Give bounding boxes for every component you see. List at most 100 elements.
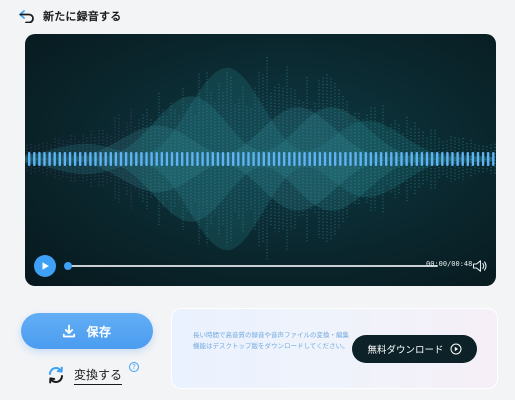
waveform-bar [191, 152, 194, 166]
waveform-bar [237, 152, 240, 166]
waveform-bar [114, 152, 118, 166]
waveform-bar [73, 152, 77, 166]
waveform-bar [456, 152, 459, 166]
waveform-bar [33, 152, 36, 166]
waveform-bar [53, 152, 56, 166]
waveform-bar [79, 152, 82, 166]
waveform-bar [436, 152, 439, 166]
waveform-bar [242, 152, 245, 166]
waveform-bar [63, 152, 67, 166]
play-icon [42, 262, 49, 270]
back-arrow-icon [18, 8, 36, 24]
waveform-bar [170, 152, 174, 166]
waveform-bar [43, 152, 46, 166]
waveform-bar [28, 152, 31, 166]
waveform-bar [211, 152, 214, 166]
waveform-bar [221, 152, 225, 166]
progress-slider[interactable] [64, 262, 438, 270]
speaker-icon[interactable] [472, 258, 488, 272]
waveform-bar [374, 152, 378, 166]
desktop-promo-card: 長い時間で高音質の録音や音声ファイルの変換・編集機能はデスクトップ版をダウンロー… [171, 308, 498, 389]
waveform-bar [466, 152, 469, 166]
waveform-bar [272, 152, 276, 166]
convert-link[interactable]: 変換する [46, 364, 123, 386]
waveform-bar [267, 152, 271, 166]
waveform-bar [135, 152, 138, 166]
waveform-bar [206, 152, 209, 166]
waveform-bar [451, 152, 454, 166]
waveform-bar [379, 152, 383, 166]
waveform-bar [313, 152, 316, 166]
waveform-bar [48, 152, 51, 166]
waveform-bar [420, 152, 424, 166]
waveform-bar [196, 152, 199, 166]
waveform-bar [84, 152, 87, 166]
waveform-bar [308, 152, 311, 166]
waveform-bar [390, 152, 393, 166]
promo-text: 長い時間で高音質の録音や音声ファイルの変換・編集機能はデスクトップ版をダウンロー… [193, 331, 349, 350]
convert-label: 変換する [74, 366, 123, 385]
waveform-bar [247, 152, 250, 166]
waveform-bar [252, 152, 255, 166]
waveform-bar [430, 152, 434, 166]
save-button-label: 保存 [86, 324, 112, 339]
waveform-bar [186, 152, 189, 166]
waveform-bar [461, 152, 464, 166]
time-display: 00:00/00:48 [426, 260, 473, 268]
waveform-bar [415, 152, 418, 166]
waveform-bar [359, 152, 362, 166]
free-download-button[interactable]: 無料ダウンロード [352, 335, 477, 363]
waveform-bar [226, 152, 230, 166]
waveform-bar [104, 152, 107, 166]
waveform-bar [446, 152, 449, 166]
waveform-bar [283, 152, 286, 166]
waveform-bar [471, 152, 475, 166]
waveform-bar [425, 152, 429, 166]
waveform-bar [364, 152, 367, 166]
waveform-bar [119, 152, 123, 166]
waveform-bar [487, 152, 490, 166]
player-controls: 00:00/00:48 [25, 252, 496, 286]
waveform-bar [109, 152, 112, 166]
audio-player: 00:00/00:48 [25, 34, 496, 286]
waveform-bar [318, 152, 322, 166]
waveform-bar [216, 152, 220, 166]
waveform-bar [481, 152, 485, 166]
waveform-bar [145, 152, 148, 166]
waveform-bar [334, 152, 337, 166]
refresh-arrows-icon [49, 366, 63, 384]
waveform-bar [94, 152, 97, 166]
waveform-bar [328, 152, 332, 166]
waveform-bar [476, 152, 480, 166]
waveform-visualization [25, 56, 496, 262]
progress-handle[interactable] [64, 262, 72, 270]
save-button[interactable]: 保存 [21, 313, 153, 349]
waveform-bar [344, 152, 347, 166]
waveform-bar [232, 152, 235, 166]
waveform-bar [339, 152, 342, 166]
waveform-bar [349, 152, 352, 166]
free-download-label: 無料ダウンロード [367, 345, 444, 356]
back-link[interactable]: 新たに録音する [18, 6, 121, 26]
waveform-bar [277, 152, 281, 166]
waveform-bar [150, 152, 153, 166]
waveform-bar [257, 152, 260, 166]
waveform-bar [181, 152, 184, 166]
waveform-bar [175, 152, 179, 166]
waveform-bar [441, 152, 444, 166]
waveform-bar [293, 152, 296, 166]
waveform-bar [155, 152, 158, 166]
waveform-bar [303, 152, 306, 166]
help-icon[interactable]: ? [129, 362, 139, 372]
play-button[interactable] [34, 255, 56, 277]
waveform-bar [58, 152, 61, 166]
waveform-bar [160, 152, 163, 166]
waveform-bar [298, 152, 301, 166]
waveform-bar [140, 152, 143, 166]
waveform-bar [385, 152, 388, 166]
waveform-bar [262, 152, 265, 166]
waveform-bar [130, 152, 133, 166]
waveform-bar [369, 152, 373, 166]
waveform-bar [492, 152, 495, 166]
waveform-bar [395, 152, 398, 166]
